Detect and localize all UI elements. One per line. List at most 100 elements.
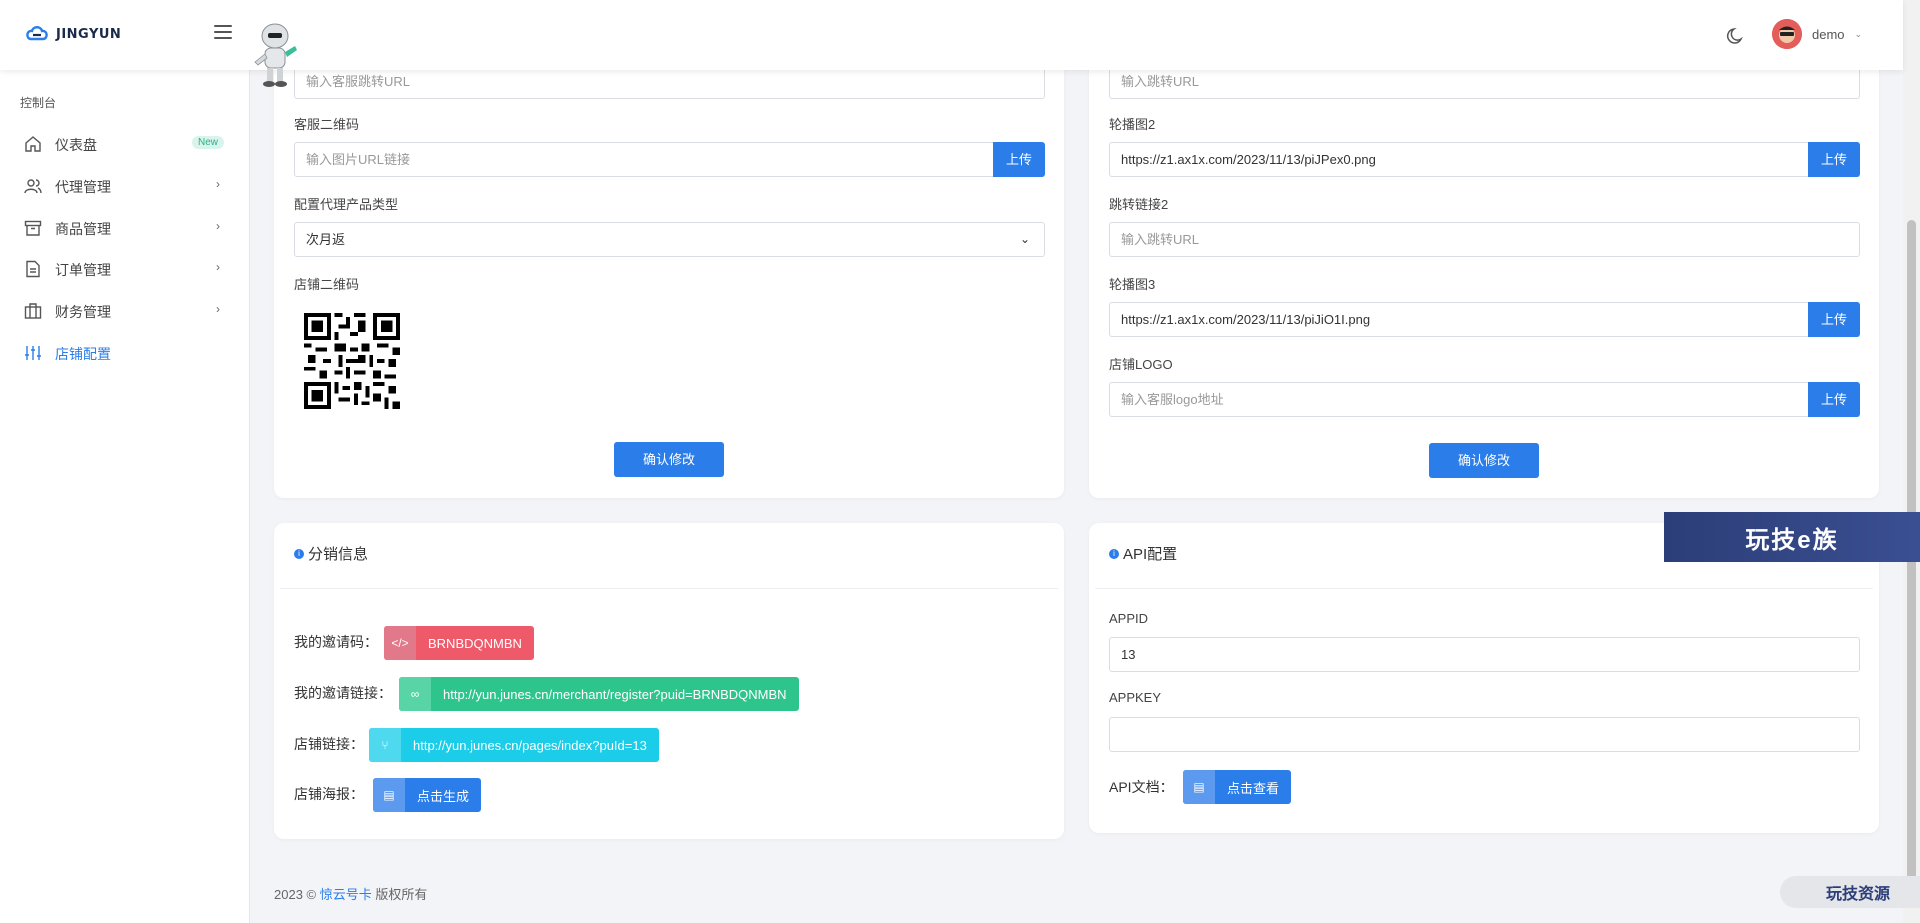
invite-link-value: http://yun.junes.cn/merchant/register?pu… (443, 686, 787, 702)
upload-button[interactable]: 上传 (993, 142, 1045, 177)
sidebar-item-label: 订单管理 (55, 262, 111, 278)
view-api-doc-label: 点击查看 (1227, 780, 1280, 796)
shop-link-label: 店铺链接： (294, 736, 364, 752)
appid-input[interactable] (1109, 637, 1860, 672)
card-title: i API配置 (1109, 543, 1177, 564)
service-qr-label: 客服二维码 (294, 117, 360, 132)
watermark-bottom: 玩技资源 (1780, 876, 1920, 908)
view-api-doc-button[interactable]: ▤ 点击查看 (1183, 770, 1292, 804)
new-badge: New (192, 136, 225, 149)
sidebar-item-label: 仪表盘 (55, 137, 97, 153)
qr-code-image (304, 313, 400, 409)
sidebar-item-products[interactable]: 商品管理 › (0, 207, 250, 247)
appkey-input[interactable] (1109, 717, 1860, 752)
jump2-label: 跳转链接2 (1109, 197, 1169, 212)
menu-toggle-icon[interactable] (214, 25, 232, 41)
carousel2-input[interactable] (1109, 142, 1809, 177)
brand-logo[interactable]: JINGYUN (24, 24, 121, 44)
file-icon: ▤ (373, 778, 405, 812)
chevron-right-icon: › (216, 302, 220, 316)
code-icon: </> (384, 626, 416, 660)
chevron-down-icon: ⌄ (1019, 232, 1030, 246)
invite-link-pill[interactable]: ∞ http://yun.junes.cn/merchant/register?… (399, 677, 799, 711)
product-type-select[interactable]: 次月返 ⌄ (294, 222, 1045, 257)
shop-logo-input[interactable] (1109, 382, 1809, 417)
sidebar-item-label: 商品管理 (55, 221, 111, 237)
divider (280, 588, 1058, 589)
shop-qr-label: 店铺二维码 (294, 277, 360, 292)
upload-button[interactable]: 上传 (1808, 302, 1860, 337)
users-icon (24, 179, 42, 194)
mascot-robot-image (245, 18, 305, 90)
briefcase-icon (24, 303, 42, 319)
carousel3-input[interactable] (1109, 302, 1809, 337)
footer-brand-link[interactable]: 惊云号卡 (320, 887, 372, 902)
jump2-input[interactable] (1109, 222, 1860, 257)
git-branch-icon: ⑂ (369, 728, 401, 762)
upload-button[interactable]: 上传 (1808, 142, 1860, 177)
cloud-logo-icon (26, 26, 48, 41)
watermark-banner: 玩技e族 (1664, 512, 1920, 562)
carousel2-label: 轮播图2 (1109, 117, 1156, 132)
confirm-button[interactable]: 确认修改 (614, 442, 724, 477)
chevron-down-icon: ⌄ (1854, 28, 1863, 39)
shop-logo-label: 店铺LOGO (1109, 357, 1173, 372)
distribution-title: 分销信息 (308, 546, 369, 563)
sliders-icon (25, 346, 41, 360)
poster-label: 店铺海报： (294, 786, 364, 802)
chevron-right-icon: › (216, 219, 220, 233)
user-name: demo (1812, 26, 1845, 42)
invite-link-label: 我的邀请链接： (294, 685, 392, 701)
infinity-link-icon: ∞ (399, 677, 431, 711)
appkey-label: APPKEY (1109, 690, 1162, 705)
generate-poster-button[interactable]: ▤ 点击生成 (373, 778, 482, 812)
upload-button[interactable]: 上传 (1808, 382, 1860, 417)
archive-icon (24, 220, 42, 236)
chevron-right-icon: › (216, 177, 220, 191)
invite-code-value: BRNBDQNMBN (428, 635, 522, 651)
brand-name: JINGYUN (56, 26, 122, 42)
invite-code-label: 我的邀请码： (294, 634, 378, 650)
api-doc-label: API文档： (1109, 779, 1174, 795)
distribution-card: i 分销信息 我的邀请码： </> BRNBDQNMBN 我的邀请链接： ∞ h… (274, 523, 1064, 839)
product-type-value: 次月返 (306, 232, 346, 247)
sidebar-item-label: 店铺配置 (55, 346, 111, 362)
confirm-button[interactable]: 确认修改 (1429, 443, 1539, 478)
page-scrollbar[interactable] (1903, 0, 1920, 923)
home-icon (25, 136, 41, 152)
sidebar-item-dashboard[interactable]: 仪表盘 New (0, 123, 250, 163)
carousel-config-card: 轮播图2 上传 跳转链接2 轮播图3 上传 店铺LOGO 上传 确认修改 (1089, 40, 1879, 498)
info-icon: i (294, 548, 304, 559)
service-qr-input[interactable] (294, 142, 994, 177)
sidebar-item-agents[interactable]: 代理管理 › (0, 165, 250, 205)
sidebar-item-label: 财务管理 (55, 304, 111, 320)
info-icon: i (1109, 548, 1119, 559)
sidebar-section-title: 控制台 (20, 96, 57, 110)
appid-label: APPID (1109, 611, 1149, 626)
sidebar-item-label: 代理管理 (55, 179, 111, 195)
invite-code-pill[interactable]: </> BRNBDQNMBN (384, 626, 534, 660)
carousel3-label: 轮播图3 (1109, 277, 1156, 292)
shop-service-card: 客服二维码 上传 配置代理产品类型 次月返 ⌄ 店铺二维码 确认修改 (274, 40, 1064, 498)
api-config-card: i API配置 APPID APPKEY API文档： ▤ 点击查看 (1089, 523, 1879, 833)
sidebar-item-orders[interactable]: 订单管理 › (0, 248, 250, 288)
sidebar-item-finance[interactable]: 财务管理 › (0, 290, 250, 330)
sidebar-item-shop-config[interactable]: 店铺配置 (0, 332, 250, 372)
sidebar: 控制台 仪表盘 New 代理管理 › 商品管理 › 订单管理 › 财务管理 › … (0, 70, 250, 923)
file-text-icon (26, 260, 40, 278)
user-menu[interactable]: demo ⌄ (1772, 19, 1862, 49)
file-icon: ▤ (1183, 770, 1215, 804)
api-title: API配置 (1123, 546, 1178, 563)
footer: 2023 © 惊云号卡 版权所有 (274, 884, 427, 903)
chevron-right-icon: › (216, 260, 220, 274)
shop-link-pill[interactable]: ⑂ http://yun.junes.cn/pages/index?puId=1… (369, 728, 659, 762)
card-title: i 分销信息 (294, 543, 368, 564)
shop-link-value: http://yun.junes.cn/pages/index?puId=13 (413, 737, 647, 753)
product-type-label: 配置代理产品类型 (294, 197, 399, 212)
dark-mode-moon-icon[interactable] (1726, 26, 1746, 46)
avatar (1772, 19, 1802, 49)
generate-poster-label: 点击生成 (417, 788, 470, 804)
footer-prefix: 2023 © (274, 887, 317, 902)
footer-suffix: 版权所有 (375, 887, 428, 902)
divider (1095, 588, 1873, 589)
